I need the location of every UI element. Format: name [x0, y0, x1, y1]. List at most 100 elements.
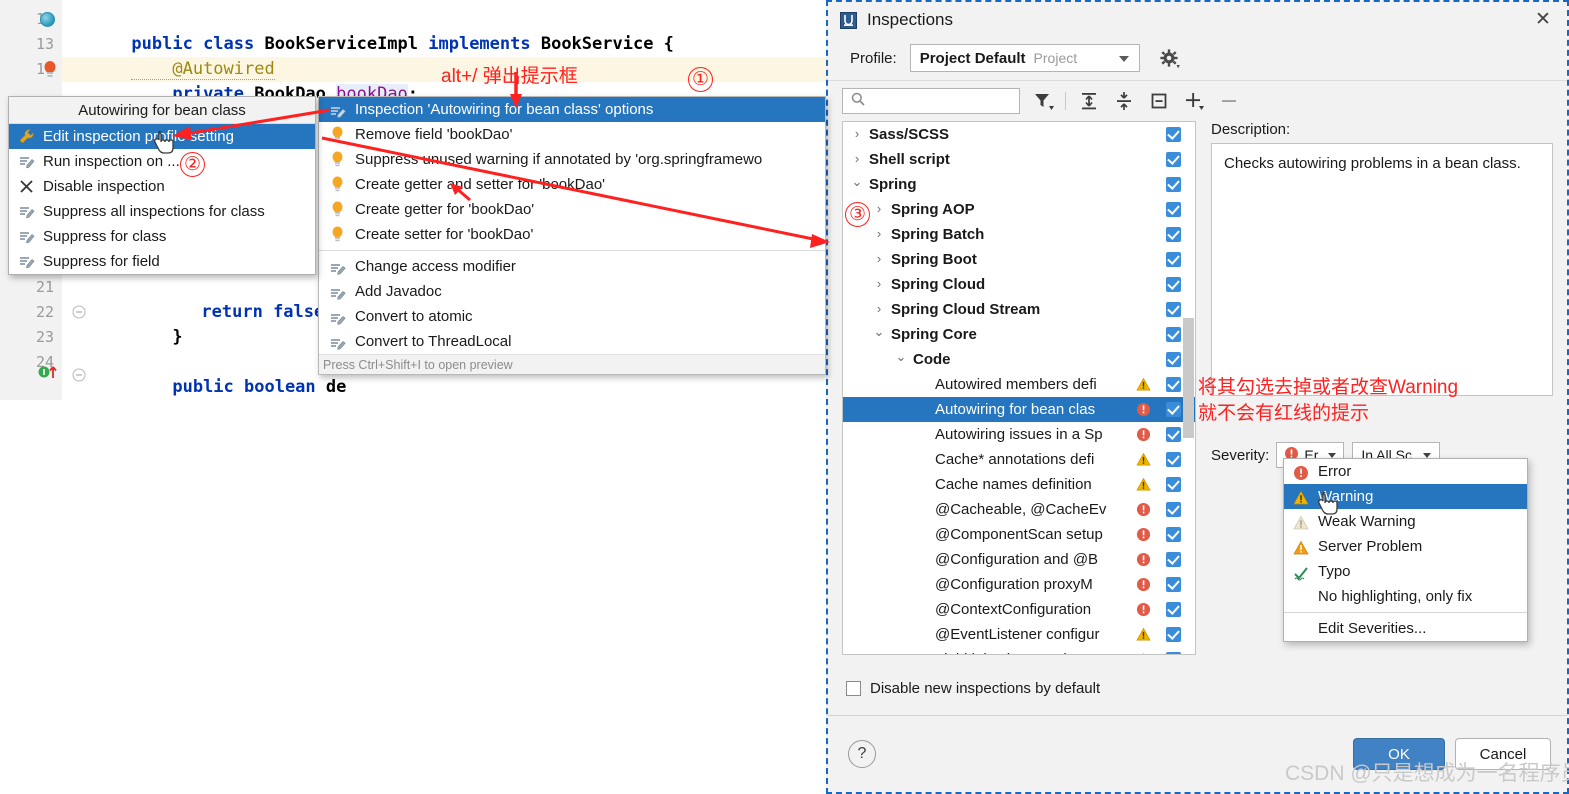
tree-row[interactable]: › Shell script	[843, 147, 1195, 172]
expand-all-icon[interactable]	[1077, 89, 1101, 113]
chevron-right-icon[interactable]: ›	[851, 127, 863, 140]
tree-row-label: @EventListener configur	[935, 626, 1100, 643]
tree-row[interactable]: › Spring Cloud	[843, 272, 1195, 297]
context-menu-item-run-inspection-on[interactable]: Run inspection on ...	[9, 149, 315, 174]
tree-row-checkbox[interactable]	[1166, 327, 1181, 342]
severity-option-no-highlighting[interactable]: No highlighting, only fix	[1284, 584, 1527, 609]
options-menu-header[interactable]: Inspection 'Autowiring for bean class' o…	[319, 97, 825, 122]
intention-options-menu[interactable]: Inspection 'Autowiring for bean class' o…	[318, 96, 826, 375]
add-icon[interactable]	[1182, 89, 1206, 113]
warning-bulb-icon[interactable]	[42, 60, 58, 77]
tree-row-checkbox[interactable]	[1166, 552, 1181, 567]
tree-row-checkbox[interactable]	[1166, 252, 1181, 267]
tree-row-checkbox[interactable]	[1166, 452, 1181, 467]
tree-row-checkbox[interactable]	[1166, 602, 1181, 617]
tree-row[interactable]: Autowired members defi	[843, 372, 1195, 397]
options-item-change-access-modifier[interactable]: Change access modifier	[319, 254, 825, 279]
severity-option-server-problem[interactable]: Server Problem	[1284, 534, 1527, 559]
options-item-create-getter[interactable]: Create getter for 'bookDao'	[319, 197, 825, 222]
options-item-create-getter-and-setter[interactable]: Create getter and setter for 'bookDao'	[319, 172, 825, 197]
override-icon[interactable]	[38, 364, 57, 380]
tree-row[interactable]: › Spring Batch	[843, 222, 1195, 247]
severity-dropdown-menu[interactable]: Error Warning Weak Warning Server Proble…	[1283, 458, 1528, 642]
severity-option-typo[interactable]: Typo	[1284, 559, 1527, 584]
tree-row-checkbox[interactable]	[1166, 227, 1181, 242]
tree-row[interactable]: @Configuration proxyM	[843, 572, 1195, 597]
profile-dropdown[interactable]: Project Default Project	[909, 44, 1140, 72]
tree-row-checkbox[interactable]	[1166, 577, 1181, 592]
options-item-suppress-unused-warning[interactable]: Suppress unused warning if annotated by …	[319, 147, 825, 172]
tree-row-checkbox[interactable]	[1166, 277, 1181, 292]
context-menu-item-edit-inspection-profile-setting[interactable]: Edit inspection profile setting	[9, 124, 315, 149]
severity-option-edit-severities[interactable]: Edit Severities...	[1284, 616, 1527, 641]
context-menu-item-disable-inspection[interactable]: Disable inspection	[9, 174, 315, 199]
tree-row[interactable]: @Configuration and @B	[843, 547, 1195, 572]
tree-row-checkbox[interactable]	[1166, 177, 1181, 192]
inspections-tree[interactable]: › Sass/SCSS › Shell script ⌄ Spring › Spring AO…	[842, 121, 1196, 655]
tree-row-checkbox[interactable]	[1166, 527, 1181, 542]
tree-row-checkbox[interactable]	[1166, 652, 1181, 654]
tree-row[interactable]: @Cacheable, @CacheEv	[843, 497, 1195, 522]
context-menu-item-suppress-for-class[interactable]: Suppress for class	[9, 224, 315, 249]
cancel-button[interactable]: Cancel	[1455, 738, 1551, 770]
chevron-down-icon[interactable]: ⌄	[895, 350, 907, 363]
options-item-remove-field[interactable]: Remove field 'bookDao'	[319, 122, 825, 147]
tree-row[interactable]: ⌄ Spring Core	[843, 322, 1195, 347]
help-button[interactable]: ?	[848, 740, 876, 768]
tree-row[interactable]: › Spring AOP	[843, 197, 1195, 222]
context-menu-item-suppress-for-field[interactable]: Suppress for field	[9, 249, 315, 274]
tree-row-checkbox[interactable]	[1166, 152, 1181, 167]
options-item-create-setter[interactable]: Create setter for 'bookDao'	[319, 222, 825, 247]
tree-row-checkbox[interactable]	[1166, 352, 1181, 367]
options-item-convert-to-atomic[interactable]: Convert to atomic	[319, 304, 825, 329]
tree-row-checkbox[interactable]	[1166, 127, 1181, 142]
tree-row[interactable]: Autowiring for bean clas	[843, 397, 1195, 422]
tree-row-checkbox[interactable]	[1166, 427, 1181, 442]
chevron-right-icon[interactable]: ›	[873, 277, 885, 290]
tree-row[interactable]: @ContextConfiguration	[843, 597, 1195, 622]
tree-scrollbar[interactable]	[1183, 318, 1194, 438]
chevron-right-icon[interactable]: ›	[873, 302, 885, 315]
severity-option-warning[interactable]: Warning	[1284, 484, 1527, 509]
ok-button[interactable]: OK	[1353, 738, 1445, 770]
search-input[interactable]	[871, 93, 1011, 109]
reset-icon[interactable]	[1147, 89, 1171, 113]
tree-row[interactable]: › Spring Cloud Stream	[843, 297, 1195, 322]
tree-row[interactable]: ⌄ Code	[843, 347, 1195, 372]
chevron-right-icon[interactable]: ›	[873, 202, 885, 215]
gear-icon[interactable]	[1158, 47, 1180, 69]
tree-row-checkbox[interactable]	[1166, 302, 1181, 317]
context-menu-item-suppress-all-inspections-for-class[interactable]: Suppress all inspections for class	[9, 199, 315, 224]
chevron-down-icon[interactable]: ⌄	[851, 175, 863, 188]
search-box[interactable]	[842, 88, 1020, 114]
tree-row-checkbox[interactable]	[1166, 502, 1181, 517]
tree-row[interactable]: ⌄ Spring	[843, 172, 1195, 197]
options-item-add-javadoc[interactable]: Add Javadoc	[319, 279, 825, 304]
chevron-down-icon[interactable]: ⌄	[873, 325, 885, 338]
tree-row-checkbox[interactable]	[1166, 477, 1181, 492]
tree-row[interactable]: › Sass/SCSS	[843, 122, 1195, 147]
tree-row[interactable]: Autowiring issues in a Sp	[843, 422, 1195, 447]
chevron-right-icon[interactable]: ›	[873, 252, 885, 265]
chevron-right-icon[interactable]: ›	[851, 152, 863, 165]
collapse-all-icon[interactable]	[1112, 89, 1136, 113]
inspection-context-menu[interactable]: Autowiring for bean class Edit inspectio…	[8, 96, 316, 275]
tree-row[interactable]: Cache* annotations defi	[843, 447, 1195, 472]
tree-row-checkbox[interactable]	[1166, 377, 1181, 392]
severity-option-error[interactable]: Error	[1284, 459, 1527, 484]
tree-row[interactable]: @ComponentScan setup	[843, 522, 1195, 547]
tree-row[interactable]: @EventListener configur	[843, 622, 1195, 647]
filter-icon[interactable]	[1031, 89, 1055, 113]
close-icon[interactable]: ✕	[1533, 10, 1553, 30]
chevron-right-icon[interactable]: ›	[873, 227, 885, 240]
severity-option-weak-warning[interactable]: Weak Warning	[1284, 509, 1527, 534]
tree-row-checkbox[interactable]	[1166, 202, 1181, 217]
tree-row[interactable]: Cache names definition	[843, 472, 1195, 497]
tree-row-checkbox[interactable]	[1166, 627, 1181, 642]
tree-row-checkbox[interactable]	[1166, 402, 1181, 417]
disable-new-inspections-checkbox[interactable]	[846, 681, 861, 696]
tree-row[interactable]: › Spring Boot	[843, 247, 1195, 272]
disable-new-inspections-row[interactable]: Disable new inspections by default	[828, 670, 1567, 697]
options-item-convert-to-threadlocal[interactable]: Convert to ThreadLocal	[319, 329, 825, 354]
tree-row[interactable]: Field injection warning	[843, 647, 1195, 654]
